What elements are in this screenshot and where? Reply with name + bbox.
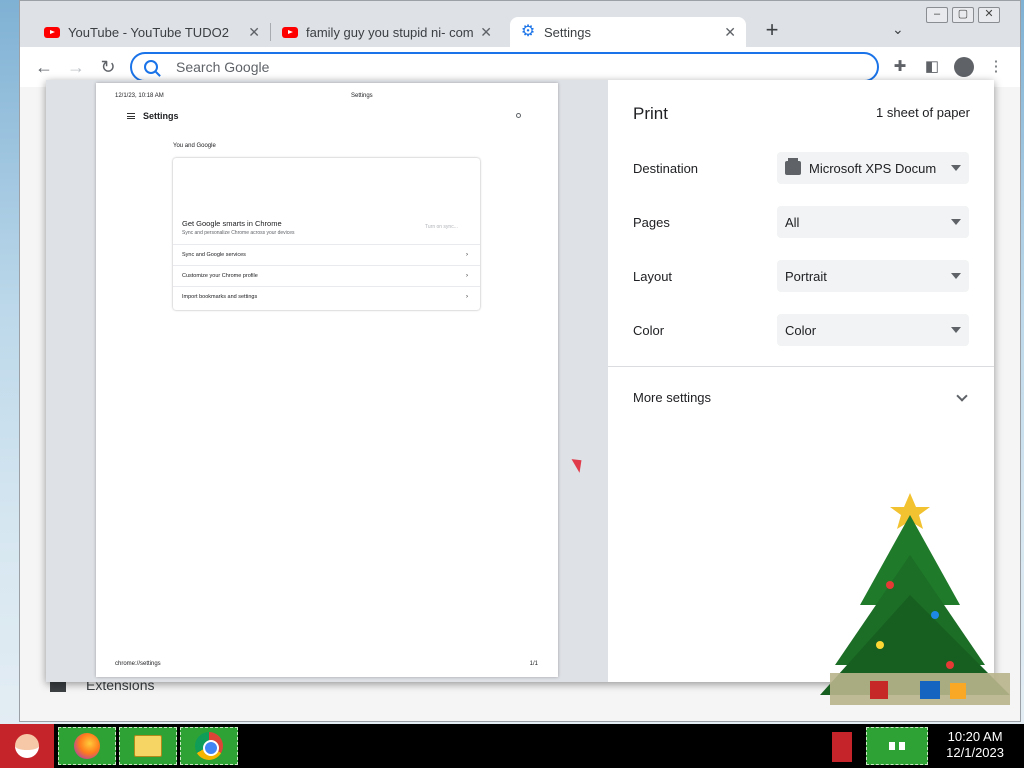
tab-separator [270,23,271,41]
pages-label: Pages [633,214,670,230]
close-window-button[interactable]: ✕ [978,7,1000,23]
start-button-santa-icon[interactable] [0,724,54,768]
chevron-right-icon: › [466,294,468,300]
preview-page-number: 1/1 [529,661,538,667]
maximize-button[interactable]: ▢ [952,7,974,23]
omnibox[interactable] [130,52,879,82]
pages-value: All [785,214,800,230]
taskbar-clock[interactable]: 10:20 AM 12/1/2023 [946,729,1004,761]
profile-button[interactable] [954,57,974,77]
tab-youtube-tudo2[interactable]: YouTube - YouTube TUDO2 ✕ [34,17,270,47]
preview-section-title: You and Google [173,143,216,149]
minimize-button[interactable]: – [926,7,948,23]
clock-date: 12/1/2023 [946,745,1004,760]
firefox-icon [74,733,100,759]
tab-search-chevron-icon[interactable]: ⌄ [892,21,904,38]
reload-button[interactable]: ↻ [96,55,120,79]
destination-select[interactable]: Microsoft XPS Docum [777,152,969,184]
row-label: Import bookmarks and settings [182,294,258,300]
chevron-right-icon: › [466,252,468,258]
search-icon [516,113,521,118]
chrome-icon [195,732,223,760]
print-preview-area: 12/1/23, 10:18 AM Settings Settings You … [46,80,608,682]
preview-footer-url: chrome://settings [115,661,161,667]
preview-you-and-google-card: Get Google smarts in Chrome Sync and per… [173,158,480,310]
more-settings-toggle[interactable]: More settings [633,389,970,405]
preview-page: 12/1/23, 10:18 AM Settings Settings You … [96,83,558,677]
turn-on-sync-button: Turn on sync... [425,224,458,230]
print-title: Print [633,104,668,123]
window-controls: – ▢ ✕ [926,7,1000,23]
new-tab-button[interactable]: + [760,19,784,43]
tab-label: Settings [544,24,591,40]
santa-face-icon [15,734,39,758]
menu-kebab-icon[interactable]: ⋮ [986,57,1006,77]
more-settings-label: More settings [633,390,712,405]
christmas-tree-decoration [820,493,1010,705]
network-icon[interactable] [889,742,895,750]
dropdown-arrow-icon [951,273,961,279]
dropdown-arrow-icon [951,219,961,225]
tab-family-guy[interactable]: family guy you stupid ni- compila ✕ [272,17,502,47]
list-item: Import bookmarks and settings › [173,286,480,307]
close-tab-icon[interactable]: ✕ [480,24,492,41]
tab-label: family guy you stupid ni- compila [306,24,474,40]
preview-header-date: 12/1/23, 10:18 AM [115,93,164,99]
system-tray [866,727,928,765]
close-tab-icon[interactable]: ✕ [724,24,736,41]
destination-label: Destination [633,160,699,176]
printer-icon [785,158,801,175]
taskbar-firefox[interactable] [58,727,116,765]
folder-icon [134,735,162,757]
youtube-icon [44,26,60,38]
list-item: Customize your Chrome profile › [173,265,480,286]
youtube-icon [282,26,298,38]
hamburger-menu-icon [127,113,135,119]
card-title: Get Google smarts in Chrome [182,219,282,228]
tab-settings[interactable]: ⚙ Settings ✕ [510,17,746,47]
row-label: Customize your Chrome profile [182,273,258,279]
color-select[interactable]: Color [777,314,969,346]
color-value: Color [785,322,817,338]
preview-page-title: Settings [143,111,179,121]
chevron-down-icon [956,389,968,402]
side-panel-icon[interactable]: ◧ [922,57,942,77]
close-tab-icon[interactable]: ✕ [248,24,260,41]
chevron-right-icon: › [466,273,468,279]
divider [608,366,994,367]
pages-select[interactable]: All [777,206,969,238]
taskbar: 10:20 AM 12/1/2023 [0,724,1024,768]
row-label: Sync and Google services [182,252,246,258]
tab-label: YouTube - YouTube TUDO2 [68,24,229,40]
extensions-puzzle-icon[interactable]: ✚ [890,57,910,77]
color-label: Color [633,322,665,338]
destination-value: Microsoft XPS Docum [809,160,937,176]
avatar-icon [954,57,974,77]
preview-settings-header: Settings [127,111,179,121]
layout-label: Layout [633,268,673,284]
search-icon [144,60,158,74]
clock-time: 10:20 AM [947,729,1003,744]
tab-strip: YouTube - YouTube TUDO2 ✕ family guy you… [20,1,1020,47]
taskbar-chrome[interactable] [180,727,238,765]
color-row: Color Color [633,314,970,346]
list-item: Sync and Google services › [173,244,480,265]
dropdown-arrow-icon [951,165,961,171]
layout-value: Portrait [785,268,827,284]
pages-row: Pages All [633,206,970,238]
sheet-count: 1 sheet of paper [876,105,970,120]
preview-header-title: Settings [351,93,373,99]
back-button[interactable]: ← [32,55,56,79]
omnibox-input[interactable] [176,59,776,75]
layout-row: Layout Portrait [633,260,970,292]
volume-icon[interactable] [899,742,905,750]
card-subtitle: Sync and personalize Chrome across your … [182,230,295,236]
forward-button[interactable]: → [64,55,88,79]
taskbar-file-explorer[interactable] [119,727,177,765]
gear-icon: ⚙ [520,23,536,40]
tray-flag-icon[interactable] [832,732,852,762]
destination-row: Destination Microsoft XPS Docum [633,152,970,184]
dropdown-arrow-icon [951,327,961,333]
layout-select[interactable]: Portrait [777,260,969,292]
